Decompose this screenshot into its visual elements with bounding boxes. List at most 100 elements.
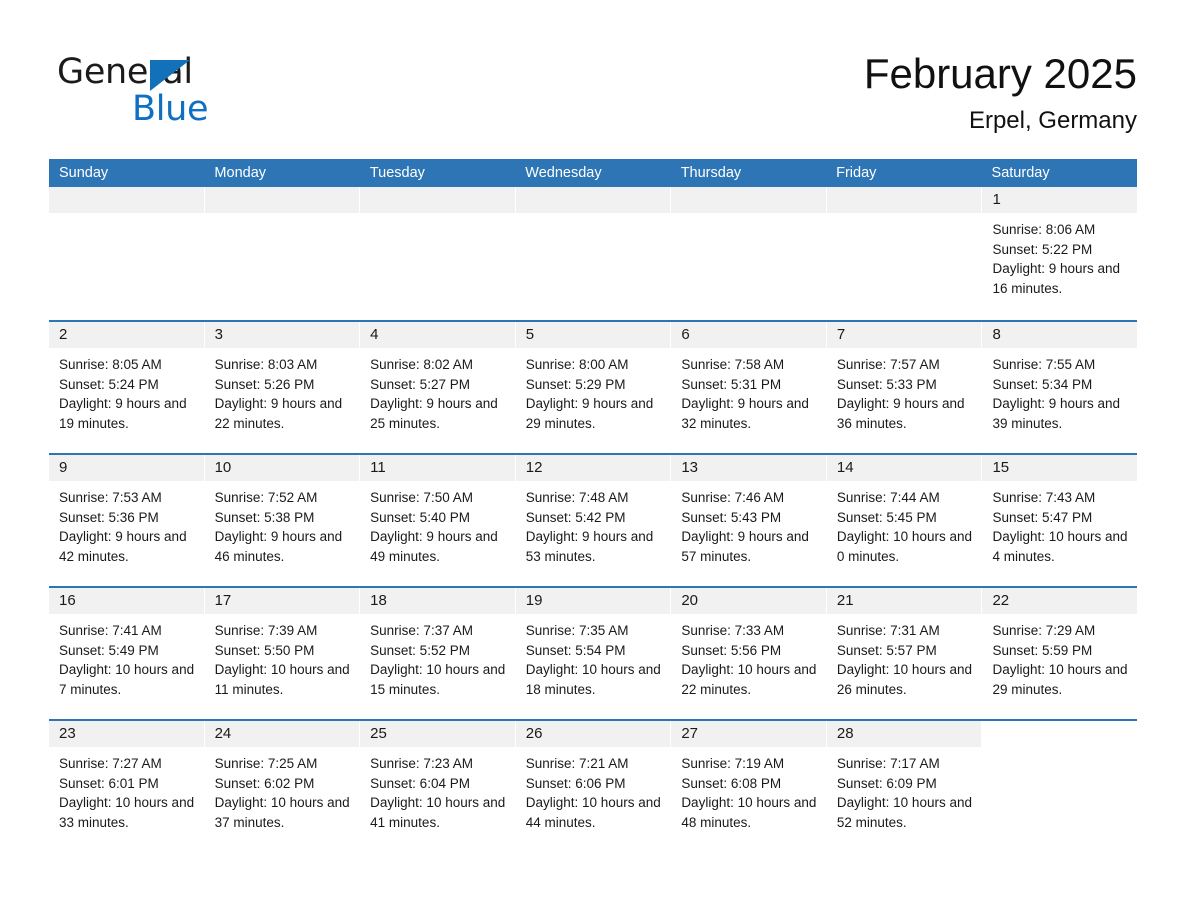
day-number: 23 <box>59 725 76 742</box>
daylight-text: Daylight: 10 hours and 4 minutes. <box>992 529 1128 564</box>
weekday-header-saturday: Saturday <box>991 165 1050 181</box>
calendar-day-cell[interactable]: 19 Sunrise: 7:35 AM Sunset: 5:54 PM Dayligh… <box>515 588 672 719</box>
calendar-day-cell[interactable]: 16 Sunrise: 7:41 AM Sunset: 5:49 PM Dayligh… <box>49 588 205 719</box>
day-number-band: 18 <box>360 588 515 614</box>
calendar-day-cell[interactable]: 28 Sunrise: 7:17 AM Sunset: 6:09 PM Dayligh… <box>826 721 983 852</box>
calendar-day-cell[interactable]: 21 Sunrise: 7:31 AM Sunset: 5:57 PM Dayligh… <box>826 588 983 719</box>
day-number: 22 <box>992 592 1010 609</box>
page-title: February 2025 <box>863 50 1137 97</box>
sunrise-text: Sunrise: 7:35 AM <box>525 623 629 638</box>
day-sun-info: Sunrise: 8:00 AM Sunset: 5:29 PM Daylight:… <box>516 348 671 433</box>
sunrise-text: Sunrise: 7:48 AM <box>525 490 629 505</box>
day-number: 21 <box>836 592 854 609</box>
day-number-band <box>515 187 671 213</box>
calendar-day-cell[interactable]: 26 Sunrise: 7:21 AM Sunset: 6:06 PM Dayligh… <box>515 721 672 852</box>
day-sun-info: Sunrise: 7:19 AM Sunset: 6:08 PM Daylight:… <box>671 747 826 832</box>
calendar-day-cell[interactable]: 10 Sunrise: 7:52 AM Sunset: 5:38 PM Dayligh… <box>204 455 361 586</box>
calendar-day-cell[interactable]: 4 Sunrise: 8:02 AM Sunset: 5:27 PM Daylight… <box>360 322 516 453</box>
calendar-day-cell[interactable]: 11 Sunrise: 7:50 AM Sunset: 5:40 PM Dayligh… <box>360 455 516 586</box>
day-sun-info: Sunrise: 7:23 AM Sunset: 6:04 PM Daylight:… <box>360 747 515 832</box>
day-number-band: 12 <box>515 455 671 481</box>
sunrise-text: Sunrise: 7:41 AM <box>59 623 162 638</box>
day-number: 9 <box>59 459 68 476</box>
calendar-day-cell[interactable]: 1 Sunrise: 8:06 AM Sunset: 5:22 PM Daylight… <box>982 187 1138 320</box>
sunrise-text: Sunrise: 7:21 AM <box>525 756 629 771</box>
day-number-band: 13 <box>671 455 826 481</box>
calendar-day-cell[interactable]: 22 Sunrise: 7:29 AM Sunset: 5:59 PM Dayligh… <box>982 588 1138 719</box>
day-number: 4 <box>370 326 379 343</box>
day-sun-info: Sunrise: 7:48 AM Sunset: 5:42 PM Daylight:… <box>516 481 671 566</box>
day-number-band: 2 <box>49 322 204 348</box>
day-sun-info: Sunrise: 7:35 AM Sunset: 5:54 PM Daylight:… <box>516 614 671 699</box>
daylight-text: Daylight: 10 hours and 48 minutes. <box>681 795 817 830</box>
calendar-day-cell-empty <box>515 187 672 320</box>
day-number-band: 24 <box>204 721 360 747</box>
day-sun-info: Sunrise: 7:33 AM Sunset: 5:56 PM Daylight:… <box>671 614 826 699</box>
day-number-band: 1 <box>982 187 1138 213</box>
calendar-day-cell[interactable]: 14 Sunrise: 7:44 AM Sunset: 5:45 PM Dayligh… <box>826 455 983 586</box>
day-sun-info: Sunrise: 7:55 AM Sunset: 5:34 PM Daylight:… <box>982 348 1137 433</box>
sunset-text: Sunset: 5:40 PM <box>370 509 470 525</box>
calendar-week-row: 16 Sunrise: 7:41 AM Sunset: 5:49 PM Dayligh… <box>49 586 1138 719</box>
daylight-text: Daylight: 9 hours and 22 minutes. <box>214 396 343 431</box>
calendar-week-row: 9 Sunrise: 7:53 AM Sunset: 5:36 PM Daylight… <box>49 453 1138 586</box>
calendar-day-cell[interactable]: 24 Sunrise: 7:25 AM Sunset: 6:02 PM Dayligh… <box>204 721 361 852</box>
brand-logo[interactable]: General Blue <box>57 52 357 132</box>
calendar-day-cell-empty <box>826 187 983 320</box>
calendar-day-cell[interactable]: 2 Sunrise: 8:05 AM Sunset: 5:24 PM Daylight… <box>49 322 205 453</box>
day-sun-info: Sunrise: 7:53 AM Sunset: 5:36 PM Daylight:… <box>49 481 204 566</box>
calendar-day-cell-empty <box>360 187 516 320</box>
calendar-day-cell[interactable]: 8 Sunrise: 7:55 AM Sunset: 5:34 PM Daylight… <box>982 322 1138 453</box>
sunset-text: Sunset: 6:02 PM <box>214 775 315 791</box>
sunset-text: Sunset: 5:47 PM <box>992 509 1093 525</box>
day-sun-info: Sunrise: 7:44 AM Sunset: 5:45 PM Daylight:… <box>827 481 982 566</box>
day-sun-info: Sunrise: 7:37 AM Sunset: 5:52 PM Daylight:… <box>360 614 515 699</box>
day-sun-info: Sunrise: 7:25 AM Sunset: 6:02 PM Daylight:… <box>205 747 360 832</box>
calendar-week-row: 2 Sunrise: 8:05 AM Sunset: 5:24 PM Daylight… <box>49 320 1138 453</box>
day-number: 24 <box>214 725 232 742</box>
day-number-band: 4 <box>360 322 515 348</box>
calendar-day-cell[interactable]: 23 Sunrise: 7:27 AM Sunset: 6:01 PM Dayligh… <box>49 721 205 852</box>
calendar-table: Sunday Monday Tuesday Wednesday Thursday Frid… <box>49 159 1138 852</box>
day-number: 6 <box>681 326 690 343</box>
day-number-band <box>49 187 204 213</box>
day-number-band: 11 <box>360 455 515 481</box>
day-number: 25 <box>370 725 387 742</box>
day-number-band: 22 <box>982 588 1138 614</box>
weekday-header-sunday: Sunday <box>59 165 109 181</box>
calendar-day-cell[interactable]: 6 Sunrise: 7:58 AM Sunset: 5:31 PM Daylight… <box>671 322 827 453</box>
calendar-day-cell[interactable]: 25 Sunrise: 7:23 AM Sunset: 6:04 PM Dayligh… <box>360 721 516 852</box>
sunrise-text: Sunrise: 7:46 AM <box>681 490 785 505</box>
day-number: 28 <box>836 725 854 742</box>
day-number-band: 28 <box>826 721 982 747</box>
daylight-text: Daylight: 10 hours and 41 minutes. <box>370 795 506 830</box>
calendar-day-cell[interactable]: 3 Sunrise: 8:03 AM Sunset: 5:26 PM Daylight… <box>204 322 361 453</box>
day-number: 8 <box>992 326 1001 343</box>
daylight-text: Daylight: 10 hours and 33 minutes. <box>59 795 195 830</box>
sunset-text: Sunset: 5:24 PM <box>59 376 159 392</box>
calendar-day-cell-empty <box>671 187 827 320</box>
day-number: 17 <box>214 592 232 609</box>
day-number-band: 19 <box>515 588 671 614</box>
calendar-day-cell[interactable]: 5 Sunrise: 8:00 AM Sunset: 5:29 PM Daylight… <box>515 322 672 453</box>
sunset-text: Sunset: 5:33 PM <box>836 376 937 392</box>
day-number: 7 <box>836 326 846 343</box>
calendar-day-cell[interactable]: 12 Sunrise: 7:48 AM Sunset: 5:42 PM Dayligh… <box>515 455 672 586</box>
weekday-header-thursday: Thursday <box>680 165 742 181</box>
calendar-day-cell[interactable]: 27 Sunrise: 7:19 AM Sunset: 6:08 PM Dayligh… <box>671 721 827 852</box>
sunrise-text: Sunrise: 7:57 AM <box>836 357 940 372</box>
sunset-text: Sunset: 5:52 PM <box>370 642 470 658</box>
daylight-text: Daylight: 10 hours and 18 minutes. <box>525 662 661 697</box>
day-number-band: 17 <box>204 588 360 614</box>
calendar-day-cell[interactable]: 13 Sunrise: 7:46 AM Sunset: 5:43 PM Dayligh… <box>671 455 827 586</box>
sunset-text: Sunset: 5:45 PM <box>836 509 937 525</box>
calendar-day-cell[interactable]: 15 Sunrise: 7:43 AM Sunset: 5:47 PM Dayligh… <box>982 455 1138 586</box>
calendar-day-cell[interactable]: 17 Sunrise: 7:39 AM Sunset: 5:50 PM Dayligh… <box>204 588 361 719</box>
day-sun-info: Sunrise: 7:31 AM Sunset: 5:57 PM Daylight:… <box>827 614 982 699</box>
calendar-day-cell[interactable]: 18 Sunrise: 7:37 AM Sunset: 5:52 PM Dayligh… <box>360 588 516 719</box>
calendar-day-cell[interactable]: 9 Sunrise: 7:53 AM Sunset: 5:36 PM Daylight… <box>49 455 205 586</box>
daylight-text: Daylight: 9 hours and 19 minutes. <box>59 396 187 431</box>
day-number: 16 <box>59 592 76 609</box>
calendar-day-cell[interactable]: 20 Sunrise: 7:33 AM Sunset: 5:56 PM Dayligh… <box>671 588 827 719</box>
calendar-day-cell[interactable]: 7 Sunrise: 7:57 AM Sunset: 5:33 PM Daylight… <box>826 322 983 453</box>
